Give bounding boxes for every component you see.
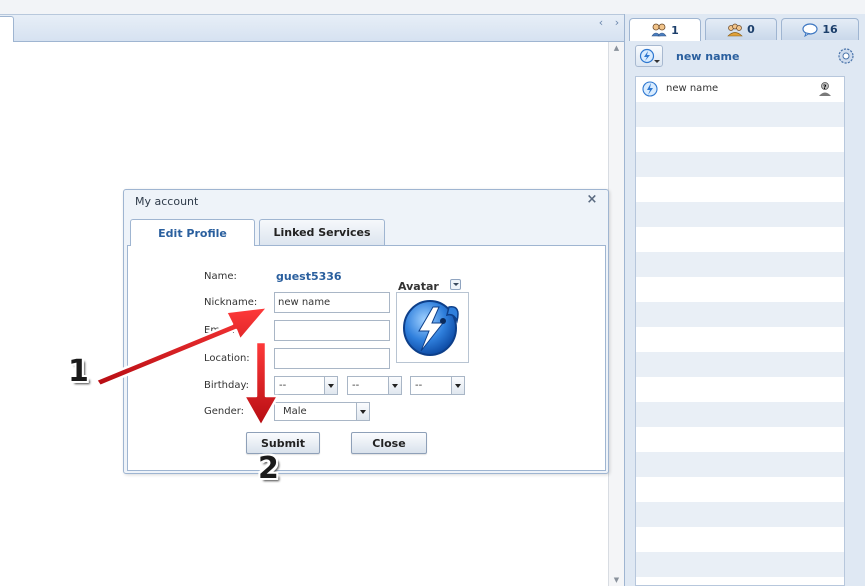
- my-account-dialog: My account × Edit Profile Linked Service…: [123, 189, 609, 474]
- step-2-number: 2: [258, 451, 279, 486]
- birthday-year-value: --: [415, 380, 423, 391]
- tab-messages[interactable]: 16: [781, 18, 859, 40]
- chevron-down-icon: [356, 403, 369, 420]
- scroll-down-icon[interactable]: ▼: [612, 576, 621, 584]
- gender-label: Gender:: [204, 406, 245, 417]
- tab-groups[interactable]: 0: [705, 18, 777, 40]
- user-toolbar: new name: [633, 42, 857, 72]
- tab-scroll-right-icon[interactable]: ›: [612, 17, 622, 29]
- birthday-month-select[interactable]: --: [347, 376, 402, 395]
- user-list: new name ?: [635, 76, 845, 586]
- tab-scroll-left-icon[interactable]: ‹: [596, 17, 606, 29]
- avatar[interactable]: [396, 292, 469, 363]
- name-label: Name:: [204, 271, 237, 282]
- chat-bubble-icon: [802, 22, 818, 37]
- tab-groups-count: 0: [747, 23, 755, 36]
- user-status-icon: [642, 81, 658, 97]
- edit-profile-panel: Name: guest5336 Nickname: Email: Locatio…: [127, 245, 606, 471]
- name-value: guest5336: [276, 270, 342, 283]
- birthday-year-select[interactable]: --: [410, 376, 465, 395]
- tab-online-users-count: 1: [671, 23, 679, 37]
- main-tab[interactable]: [0, 16, 14, 43]
- close-button[interactable]: Close: [351, 432, 427, 454]
- current-user-name: new name: [676, 50, 740, 63]
- email-field[interactable]: [274, 320, 390, 341]
- group-icon: [727, 23, 743, 36]
- close-icon[interactable]: ×: [585, 193, 599, 207]
- main-scrollbar[interactable]: ▲ ▼: [608, 42, 624, 586]
- user-list-item[interactable]: new name ?: [636, 77, 844, 102]
- main-tab-bar: [0, 14, 624, 42]
- email-label: Email:: [204, 325, 236, 336]
- status-bird-icon: [639, 48, 655, 64]
- tab-messages-count: 16: [822, 23, 838, 36]
- birthday-month-value: --: [352, 380, 360, 391]
- birthday-day-value: --: [279, 380, 287, 391]
- right-panel: 1 0 16 new name new name ?: [624, 14, 865, 586]
- chevron-down-icon: [388, 377, 401, 394]
- tab-online-users[interactable]: 1: [629, 18, 701, 41]
- birthday-label: Birthday:: [204, 380, 250, 391]
- nickname-field[interactable]: [274, 292, 390, 313]
- location-label: Location:: [204, 353, 250, 364]
- gender-select[interactable]: Male: [274, 402, 370, 421]
- users-icon: [651, 23, 667, 37]
- gear-icon[interactable]: [837, 47, 855, 65]
- tab-edit-profile[interactable]: Edit Profile: [130, 219, 255, 246]
- scroll-up-icon[interactable]: ▲: [612, 44, 621, 52]
- tab-linked-services[interactable]: Linked Services: [259, 219, 385, 245]
- nickname-label: Nickname:: [204, 297, 258, 308]
- step-1-number: 1: [68, 354, 89, 389]
- gender-value: Male: [283, 406, 307, 417]
- user-list-item-name: new name: [666, 83, 719, 94]
- chevron-down-icon: [324, 377, 337, 394]
- avatar-bird-icon: [403, 300, 459, 356]
- location-field[interactable]: [274, 348, 390, 369]
- top-strip: [0, 0, 865, 14]
- status-dropdown-button[interactable]: [635, 45, 663, 67]
- birthday-day-select[interactable]: --: [274, 376, 338, 395]
- user-info-icon[interactable]: ?: [818, 81, 832, 97]
- tab-edit-profile-label: Edit Profile: [158, 226, 227, 240]
- avatar-dropdown-icon[interactable]: [450, 279, 461, 290]
- chevron-down-icon: [451, 377, 464, 394]
- tab-linked-services-label: Linked Services: [273, 226, 371, 239]
- svg-text:?: ?: [823, 84, 827, 91]
- dialog-title: My account: [135, 195, 199, 208]
